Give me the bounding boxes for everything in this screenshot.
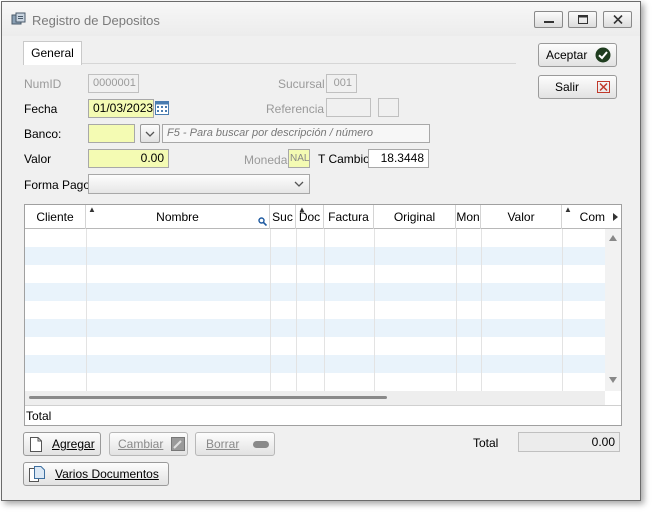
tcambio-label: T Cambio — [318, 152, 370, 166]
col-valor[interactable]: Valor — [481, 205, 562, 229]
total-field: 0.00 — [518, 432, 620, 452]
col-nombre[interactable]: ▲ Nombre — [86, 205, 270, 229]
banco-field[interactable] — [88, 124, 135, 143]
window-title: Registro de Depositos — [32, 13, 160, 28]
table-row[interactable] — [25, 247, 605, 265]
deposit-window: Registro de Depositos General Aceptar Sa… — [1, 1, 641, 501]
table-row[interactable] — [25, 373, 605, 391]
sort-icon: ▲ — [298, 205, 306, 214]
referencia-extra-field[interactable] — [378, 98, 399, 117]
borrar-label: Borrar — [206, 437, 240, 451]
formapago-label: Forma Pago — [24, 178, 91, 192]
col-original[interactable]: Original — [374, 205, 456, 229]
cambiar-label: Cambiar — [118, 437, 164, 451]
tab-general[interactable]: General — [23, 41, 82, 65]
formapago-select[interactable] — [88, 174, 310, 194]
maximize-button[interactable] — [568, 11, 597, 28]
close-window-button[interactable] — [603, 11, 632, 28]
grid-header: Cliente ▲ Nombre Suc ▲ Doc Factura Origi… — [25, 205, 621, 229]
scroll-right-icon[interactable] — [613, 213, 618, 221]
table-row[interactable] — [25, 337, 605, 355]
referencia-field[interactable] — [326, 98, 371, 117]
table-row[interactable] — [25, 301, 605, 319]
title-bar: Registro de Depositos — [2, 2, 640, 36]
edit-icon — [171, 437, 186, 451]
sucursal-field: 001 — [326, 74, 357, 93]
agregar-button[interactable]: Agregar — [23, 432, 101, 456]
total-label: Total — [473, 436, 499, 450]
horizontal-scroll-thumb[interactable] — [29, 396, 387, 399]
numid-label: NumID — [24, 77, 62, 91]
varios-documentos-button[interactable]: Varios Documentos — [23, 462, 169, 486]
grid-total-label: Total — [26, 409, 52, 423]
scroll-down-icon[interactable] — [609, 377, 617, 383]
new-document-icon — [30, 436, 42, 452]
col-factura[interactable]: Factura — [324, 205, 374, 229]
varios-label: Varios Documentos — [55, 467, 159, 481]
table-row[interactable] — [25, 283, 605, 301]
aceptar-label: Aceptar — [546, 48, 588, 62]
valor-label: Valor — [24, 152, 52, 166]
valor-field[interactable]: 0.00 — [88, 149, 169, 168]
app-icon — [11, 12, 26, 25]
documents-icon — [29, 466, 45, 482]
tcambio-field[interactable]: 18.3448 — [368, 149, 429, 168]
banco-search-hint[interactable]: F5 - Para buscar por descripción / númer… — [162, 124, 430, 143]
scroll-up-icon[interactable] — [609, 235, 617, 241]
exit-icon — [597, 81, 611, 93]
borrar-button[interactable]: Borrar — [195, 432, 275, 456]
horizontal-scrollbar[interactable] — [25, 391, 605, 405]
documents-grid[interactable]: Cliente ▲ Nombre Suc ▲ Doc Factura Origi… — [24, 204, 622, 426]
delete-icon — [253, 440, 270, 448]
fecha-field[interactable]: 01/03/2023 — [88, 99, 154, 118]
sort-icon: ▲ — [564, 205, 572, 214]
moneda-label: Moneda — [244, 153, 288, 167]
vertical-scrollbar[interactable] — [605, 229, 621, 391]
fecha-label: Fecha — [24, 102, 58, 116]
close-icon — [612, 15, 623, 24]
chevron-down-icon — [145, 131, 155, 137]
salir-label: Salir — [555, 80, 580, 94]
agregar-label: Agregar — [52, 437, 95, 451]
minimize-button[interactable] — [534, 11, 563, 28]
numid-field: 0000001 — [88, 74, 139, 93]
table-row[interactable] — [25, 355, 605, 373]
moneda-field[interactable]: NAL — [288, 149, 310, 168]
maximize-icon — [577, 15, 588, 24]
tab-divider — [82, 63, 516, 64]
col-doc[interactable]: ▲ Doc — [296, 205, 324, 229]
table-row[interactable] — [25, 229, 605, 247]
grid-footer: Total — [25, 405, 621, 425]
table-row[interactable] — [25, 265, 605, 283]
calendar-icon[interactable] — [155, 100, 169, 115]
aceptar-button[interactable]: Aceptar — [538, 43, 617, 67]
cambiar-button[interactable]: Cambiar — [109, 432, 188, 456]
col-com[interactable]: ▲ Com — [562, 205, 621, 229]
search-icon[interactable] — [258, 217, 267, 226]
salir-button[interactable]: Salir — [538, 75, 617, 99]
minimize-icon — [543, 20, 554, 23]
sort-icon: ▲ — [88, 205, 96, 214]
check-icon — [595, 47, 611, 63]
col-suc[interactable]: Suc — [270, 205, 296, 229]
banco-dropdown-button[interactable] — [140, 124, 160, 143]
col-mon[interactable]: Mon — [456, 205, 481, 229]
banco-label: Banco: — [24, 127, 62, 141]
sucursal-label: Sucursal — [278, 77, 325, 91]
table-row[interactable] — [25, 319, 605, 337]
referencia-label: Referencia — [266, 102, 325, 116]
chevron-down-icon — [294, 181, 304, 187]
col-cliente[interactable]: Cliente — [25, 205, 86, 229]
